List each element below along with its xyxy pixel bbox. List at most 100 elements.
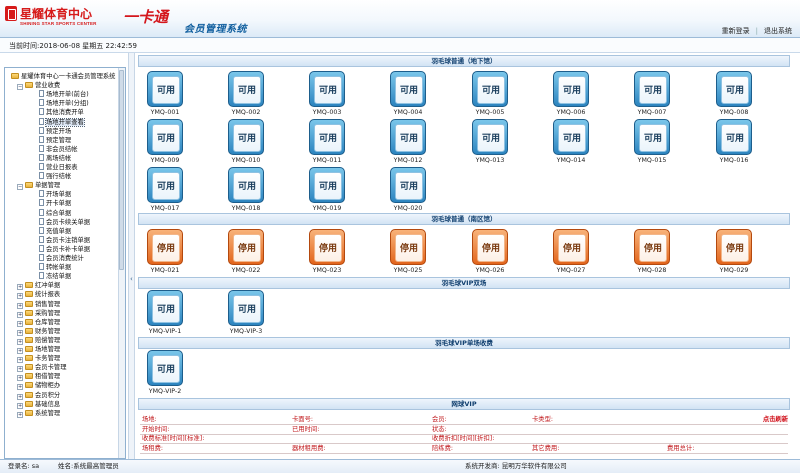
expand-icon[interactable]: +: [17, 284, 23, 291]
expand-icon[interactable]: +: [17, 293, 23, 300]
expand-icon[interactable]: +: [17, 311, 23, 318]
expand-icon[interactable]: +: [17, 366, 23, 373]
expand-icon[interactable]: +: [17, 402, 23, 409]
court-tile[interactable]: 可用: [634, 71, 670, 107]
tree-item[interactable]: + 会员积分: [17, 391, 60, 400]
tree-item[interactable]: 离场结帐: [39, 153, 71, 163]
court-tile[interactable]: 可用: [147, 167, 183, 203]
court-id: YMQ-VIP-1: [148, 328, 182, 335]
court-tile[interactable]: 可用: [390, 71, 426, 107]
tree-item[interactable]: 预定开场: [39, 126, 71, 136]
court-tile[interactable]: 停用: [228, 229, 264, 265]
expand-icon[interactable]: +: [17, 375, 23, 382]
tree-item[interactable]: 营业日报表: [39, 163, 77, 172]
tree-item[interactable]: + 红冲单据: [17, 281, 60, 291]
court-tile[interactable]: 可用: [309, 119, 345, 155]
court-tile[interactable]: 可用: [553, 119, 589, 155]
logo-icon: [5, 6, 17, 21]
tree-item[interactable]: + 会员卡管理: [17, 363, 66, 373]
expand-icon[interactable]: +: [17, 357, 23, 364]
expand-icon[interactable]: +: [17, 320, 23, 327]
tree-item[interactable]: + 财务管理: [17, 327, 60, 336]
tree-item[interactable]: − 单据管理: [17, 181, 60, 191]
court-tile[interactable]: 停用: [472, 229, 508, 265]
court-tile[interactable]: 可用: [147, 290, 183, 326]
court-tile[interactable]: 可用: [553, 71, 589, 107]
tree-item[interactable]: 开卡单据: [39, 199, 71, 208]
court-tile[interactable]: 可用: [390, 119, 426, 155]
tree-item[interactable]: 开场单据: [39, 190, 71, 199]
court-tile[interactable]: 可用: [716, 71, 752, 107]
tree-item[interactable]: + 系统管理: [17, 409, 60, 418]
tree-item[interactable]: + 卡务管理: [17, 354, 60, 364]
scrollbar-thumb[interactable]: [119, 70, 124, 270]
tree-item[interactable]: + 销售管理: [17, 300, 60, 309]
court-tile[interactable]: 停用: [147, 229, 183, 265]
tree-item[interactable]: + 统计报表: [17, 290, 60, 300]
tree-item[interactable]: + 仓库管理: [17, 318, 60, 327]
court-tile[interactable]: 可用: [147, 119, 183, 155]
tree-item[interactable]: + 场地管理: [17, 345, 60, 354]
tree-item[interactable]: 预定管理: [39, 135, 71, 145]
tree-scrollbar[interactable]: [118, 68, 125, 458]
expand-icon[interactable]: +: [17, 302, 23, 309]
tree-item[interactable]: 会员消费统计: [39, 254, 84, 263]
tree-item[interactable]: 会员卡注销单据: [39, 235, 90, 245]
panel-splitter[interactable]: ‹: [128, 53, 135, 459]
court-tile[interactable]: 停用: [309, 229, 345, 265]
refresh-link[interactable]: 点击刷新: [763, 415, 788, 424]
expand-icon[interactable]: +: [17, 411, 23, 418]
tree-item[interactable]: 场地开单查看: [39, 117, 85, 127]
section-header: 羽毛球VIP单场收费: [138, 337, 790, 349]
collapse-icon[interactable]: −: [17, 84, 23, 91]
tree-item[interactable]: 强行结帐: [39, 172, 71, 181]
court-tile[interactable]: 可用: [472, 119, 508, 155]
tree-item[interactable]: 冻结单据: [39, 272, 71, 281]
page-icon: [39, 235, 44, 243]
collapse-icon[interactable]: −: [17, 184, 23, 191]
tree-item[interactable]: + 基础信息: [17, 400, 60, 409]
court-tile[interactable]: 可用: [228, 71, 264, 107]
expand-icon[interactable]: +: [17, 338, 23, 345]
court-id: YMQ-028: [637, 267, 667, 274]
expand-icon[interactable]: +: [17, 384, 23, 391]
expand-icon[interactable]: +: [17, 393, 23, 400]
relogin-link[interactable]: 重新登录: [722, 27, 750, 35]
tree-item[interactable]: 星耀体育中心一卡通会员管理系统: [11, 72, 115, 81]
court-tile[interactable]: 可用: [634, 119, 670, 155]
tree-item[interactable]: + 租借管理: [17, 372, 60, 382]
court-tile[interactable]: 可用: [147, 350, 183, 386]
tree-item[interactable]: 场地开单(前台): [39, 90, 89, 99]
tree-item[interactable]: + 赔偿管理: [17, 336, 60, 345]
tree-item[interactable]: 非会员结帐: [39, 144, 77, 154]
court-tile[interactable]: 可用: [716, 119, 752, 155]
expand-icon[interactable]: +: [17, 348, 23, 354]
tree-item[interactable]: 充值单据: [39, 226, 71, 236]
court-tile[interactable]: 停用: [390, 229, 426, 265]
expand-icon[interactable]: +: [17, 329, 23, 336]
court-tile[interactable]: 可用: [147, 71, 183, 107]
tree-item[interactable]: 场地开单(分组): [39, 99, 89, 108]
court-tile[interactable]: 可用: [228, 167, 264, 203]
court-tile[interactable]: 可用: [228, 290, 264, 326]
court-tile[interactable]: 停用: [716, 229, 752, 265]
tree-item[interactable]: 转帐单据: [39, 263, 71, 272]
court-tile[interactable]: 可用: [309, 71, 345, 107]
court-tile[interactable]: 停用: [553, 229, 589, 265]
page-icon: [39, 135, 44, 143]
court-tile[interactable]: 可用: [228, 119, 264, 155]
tree-item[interactable]: + 采购管理: [17, 309, 60, 318]
tree-item[interactable]: + 储物柜办: [17, 381, 60, 391]
tree-item[interactable]: − 营业收费: [17, 81, 60, 91]
court-tile[interactable]: 可用: [390, 167, 426, 203]
tree-item[interactable]: 会员卡补卡单据: [39, 244, 90, 254]
court-tile[interactable]: 停用: [634, 229, 670, 265]
exit-link[interactable]: 退出系统: [764, 27, 792, 35]
tree-item[interactable]: 其他消费开单: [39, 108, 84, 117]
collapse-arrow-icon[interactable]: ‹: [130, 275, 133, 283]
info-field-label: 器材租用费:: [292, 445, 326, 452]
tree-item[interactable]: 会员卡续关单据: [39, 217, 90, 227]
court-tile[interactable]: 可用: [472, 71, 508, 107]
court-tile[interactable]: 可用: [309, 167, 345, 203]
tree-item[interactable]: 综合单据: [39, 208, 71, 218]
